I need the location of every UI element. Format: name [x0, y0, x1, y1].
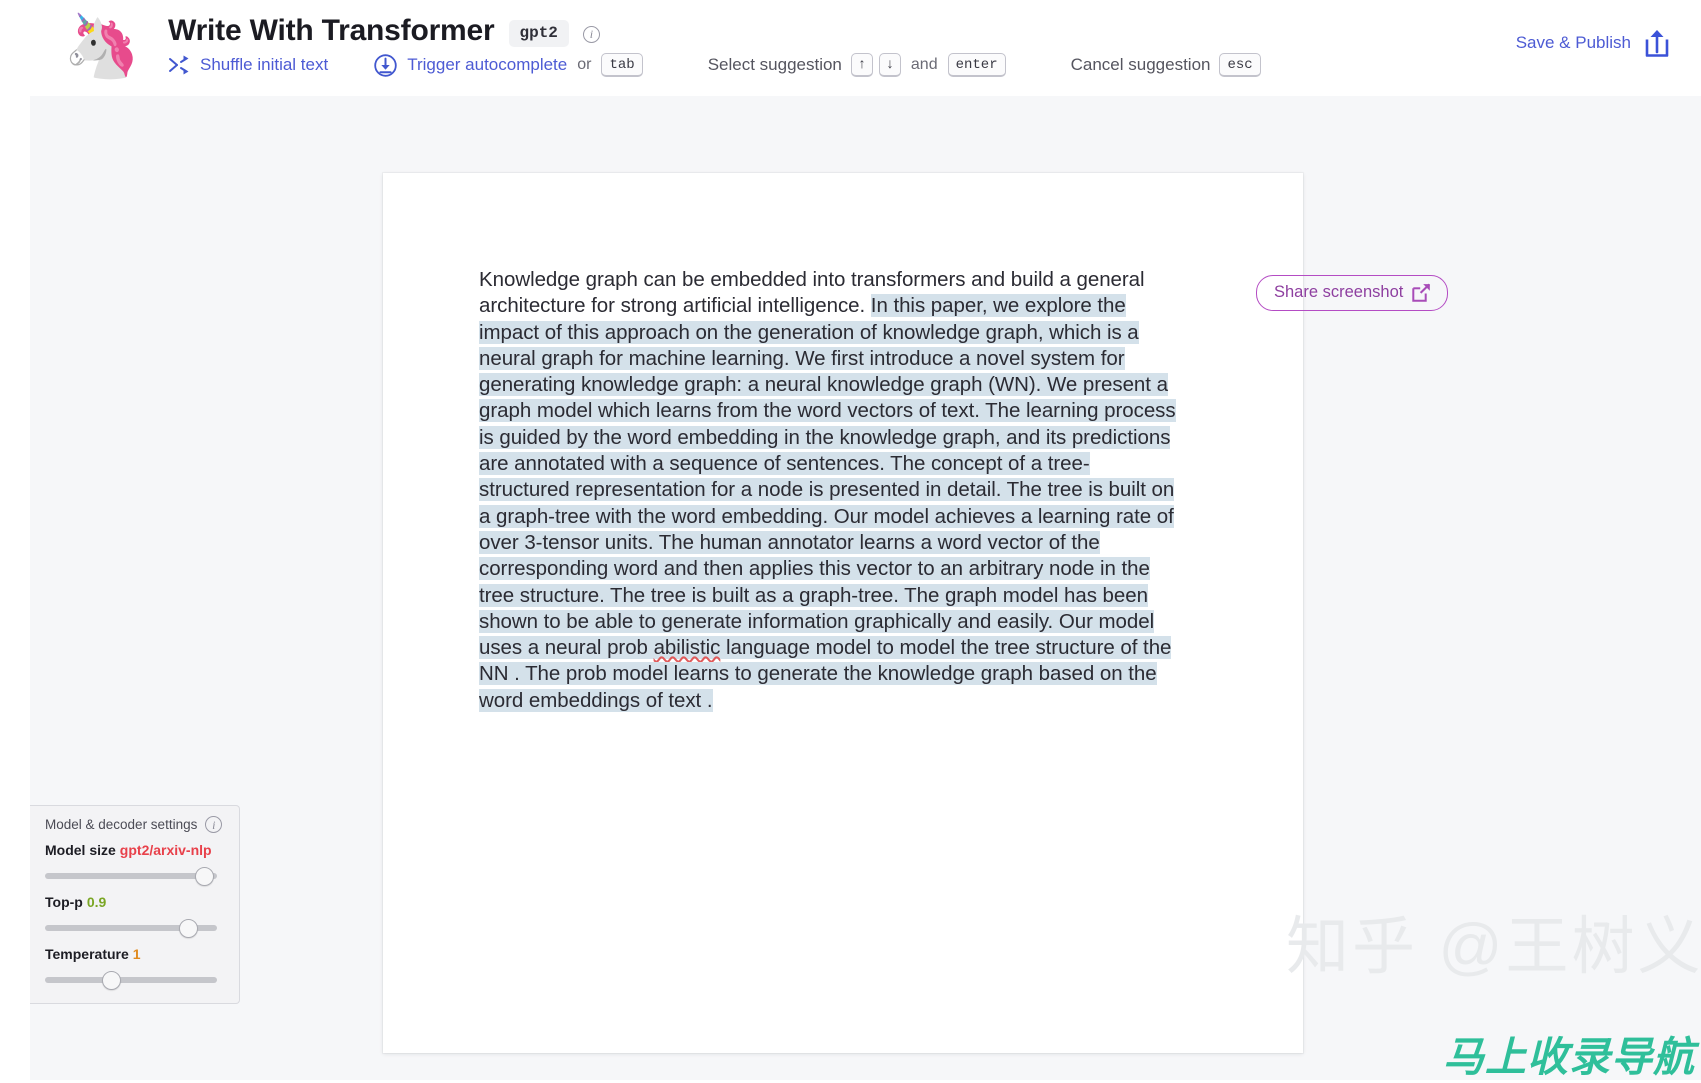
setting-value: 0.9 [86, 894, 107, 910]
trigger-autocomplete-label: Trigger autocomplete [407, 55, 568, 74]
setting-value: 1 [132, 946, 141, 962]
nav-watermark: 马上收录导航 [1443, 1034, 1695, 1080]
or-text: or [577, 56, 592, 73]
document-text[interactable]: Knowledge graph can be embedded into tra… [479, 267, 1179, 714]
download-arrow-icon [374, 53, 397, 77]
setting-label: Top-p [45, 894, 83, 910]
share-screenshot-label: Share screenshot [1274, 283, 1404, 301]
slider-thumb[interactable] [102, 971, 121, 990]
settings-title: Model & decoder settings [45, 817, 198, 832]
info-icon[interactable]: i [582, 25, 600, 43]
unicorn-emoji: 🦄 [63, 12, 141, 81]
app-header: 🦄 Write With Transformer gpt2 i Shuffle … [0, 0, 1701, 96]
misspelled-word: abilistic [653, 636, 721, 660]
save-and-publish-label: Save & Publish [1515, 33, 1631, 52]
setting-top-p: Top-p 0.9 [45, 894, 227, 938]
setting-value: gpt2/arxiv-nlp [119, 842, 212, 858]
model-size-slider[interactable] [45, 867, 217, 886]
key-arrow-up[interactable]: ↑ [850, 53, 873, 77]
key-enter[interactable]: enter [947, 53, 1006, 77]
generated-text-part-1: In this paper, we explore the impact of … [479, 294, 1176, 660]
temperature-slider[interactable] [45, 971, 217, 990]
and-text: and [910, 56, 938, 73]
key-tab[interactable]: tab [601, 53, 643, 77]
title-row: Write With Transformer gpt2 i [168, 14, 600, 48]
model-decoder-settings-panel[interactable]: Model & decoder settings i Model size gpt… [30, 805, 240, 1004]
info-icon[interactable]: i [205, 816, 223, 833]
share-upload-icon [1643, 28, 1671, 58]
setting-model-size: Model size gpt2/arxiv-nlp [45, 842, 227, 886]
setting-label: Temperature [45, 946, 129, 962]
write-with-transformer-app: 🦄 Write With Transformer gpt2 i Shuffle … [0, 0, 1701, 1080]
document-card[interactable]: Knowledge graph can be embedded into tra… [383, 173, 1303, 1053]
settings-header: Model & decoder settings i [45, 816, 227, 833]
slider-track [45, 977, 217, 983]
trigger-autocomplete-button[interactable]: Trigger autocomplete [374, 50, 567, 80]
setting-temperature: Temperature 1 [45, 946, 227, 990]
header-toolbar: Shuffle initial text Trigger autocomplet… [168, 50, 1264, 80]
select-suggestion-label: Select suggestion [707, 55, 842, 74]
slider-track [45, 873, 217, 879]
slider-thumb[interactable] [195, 867, 214, 886]
cancel-suggestion-label: Cancel suggestion [1070, 55, 1211, 74]
external-link-icon [1412, 283, 1431, 302]
share-screenshot-button[interactable]: Share screenshot [1256, 275, 1449, 311]
setting-label: Model size [45, 842, 116, 858]
page-title: Write With Transformer [168, 14, 495, 47]
shuffle-initial-text-label: Shuffle initial text [200, 55, 329, 74]
slider-thumb[interactable] [179, 919, 198, 938]
key-esc[interactable]: esc [1219, 53, 1261, 77]
top-p-slider[interactable] [45, 919, 217, 938]
shuffle-initial-text-button[interactable]: Shuffle initial text [168, 50, 328, 80]
save-and-publish-button[interactable]: Save & Publish [1516, 28, 1671, 58]
shuffle-icon [168, 55, 190, 75]
key-arrow-down[interactable]: ↓ [878, 53, 901, 77]
app-logo: 🦄 [58, 6, 146, 88]
model-badge[interactable]: gpt2 [508, 19, 569, 47]
zhihu-watermark: 知乎 @王树义 [1286, 912, 1701, 982]
